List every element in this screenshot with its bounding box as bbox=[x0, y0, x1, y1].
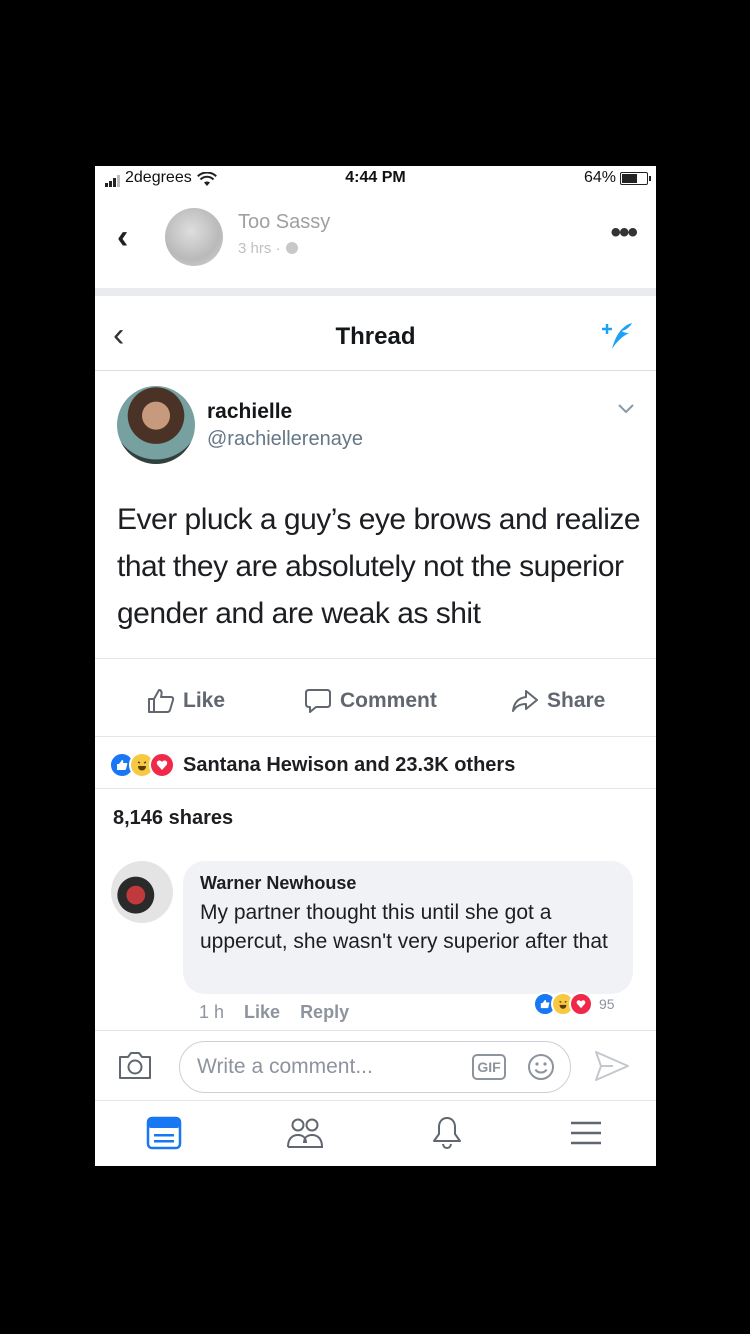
bottom-tab-bar bbox=[95, 1100, 656, 1166]
comment-reaction-count: 95 bbox=[599, 996, 615, 1012]
clock: 4:44 PM bbox=[345, 169, 406, 186]
thumbs-up-icon bbox=[148, 689, 175, 713]
love-reaction-icon bbox=[149, 752, 175, 778]
comment-like-button[interactable]: Like bbox=[244, 1002, 280, 1023]
post-time: 3 hrs · bbox=[238, 240, 285, 257]
section-divider bbox=[95, 288, 656, 296]
tweet-author-name[interactable]: rachielle bbox=[207, 400, 292, 424]
globe-icon bbox=[285, 242, 298, 254]
gif-button[interactable]: GIF bbox=[472, 1054, 506, 1080]
battery-percent: 64% bbox=[583, 169, 616, 186]
battery-icon bbox=[620, 171, 651, 185]
comment-reply-button[interactable]: Reply bbox=[300, 1002, 349, 1023]
divider bbox=[95, 736, 656, 737]
comment-label: Comment bbox=[340, 689, 437, 712]
comment-bubble-icon bbox=[305, 689, 331, 713]
comment-meta: 1 h Like Reply bbox=[199, 1002, 349, 1023]
shares-count[interactable]: 8,146 shares bbox=[113, 807, 233, 830]
emoji-icon[interactable] bbox=[526, 1052, 556, 1082]
comment-author[interactable]: Warner Newhouse bbox=[200, 873, 356, 894]
share-label: Share bbox=[547, 689, 606, 712]
commenter-avatar[interactable] bbox=[111, 861, 173, 923]
comment-placeholder: Write a comment... bbox=[197, 1055, 373, 1078]
love-reaction-icon bbox=[569, 992, 593, 1016]
menu-icon[interactable] bbox=[567, 1115, 605, 1151]
reactions-summary-text: Santana Hewison and 23.3K others bbox=[183, 753, 516, 776]
page-post-header: ‹ Too Sassy 3 hrs · ••• bbox=[95, 196, 656, 284]
divider bbox=[95, 658, 656, 659]
share-button[interactable]: Share bbox=[511, 688, 605, 714]
chevron-down-icon[interactable] bbox=[616, 402, 636, 416]
like-button[interactable]: Like bbox=[147, 688, 225, 714]
battery-status: 64% bbox=[583, 169, 651, 187]
page-avatar[interactable] bbox=[165, 208, 223, 266]
more-dots-icon[interactable]: ••• bbox=[610, 216, 637, 250]
comment-composer: Write a comment... GIF bbox=[95, 1030, 656, 1101]
status-bar: 2degrees 4:44 PM 64% bbox=[95, 166, 656, 190]
thread-title: Thread bbox=[335, 323, 416, 350]
news-feed-icon[interactable] bbox=[145, 1115, 183, 1151]
post-meta: 3 hrs · bbox=[238, 240, 299, 257]
like-label: Like bbox=[183, 689, 226, 712]
divider bbox=[95, 788, 656, 789]
comment-reactions[interactable]: 95 bbox=[533, 992, 615, 1016]
comment-button[interactable]: Comment bbox=[304, 688, 437, 714]
friends-icon[interactable] bbox=[285, 1115, 325, 1151]
back-chevron-icon[interactable]: ‹ bbox=[117, 218, 128, 257]
post-actions: Like Comment Share bbox=[95, 676, 656, 732]
comment-bubble: Warner Newhouse My partner thought this … bbox=[183, 861, 633, 994]
comment-text: My partner thought this until she got a … bbox=[200, 901, 608, 953]
comment-time: 1 h bbox=[199, 1002, 225, 1022]
share-arrow-icon bbox=[512, 690, 538, 712]
compose-tweet-icon[interactable] bbox=[596, 319, 636, 355]
notifications-icon[interactable] bbox=[428, 1115, 466, 1151]
tweet-author-handle[interactable]: @rachiellerenaye bbox=[207, 428, 363, 451]
phone-screen: 2degrees 4:44 PM 64% ‹ Too Sassy 3 hrs ·… bbox=[95, 166, 656, 1166]
comment-input[interactable]: Write a comment... GIF bbox=[179, 1041, 571, 1093]
tweet-author-avatar[interactable] bbox=[117, 386, 195, 464]
tweet-text: Ever pluck a guy’s eye brows and realize… bbox=[117, 503, 641, 630]
send-icon[interactable] bbox=[593, 1049, 631, 1083]
camera-icon[interactable] bbox=[117, 1049, 153, 1081]
page-name[interactable]: Too Sassy bbox=[238, 211, 330, 234]
thread-header: ‹ Thread bbox=[95, 304, 656, 371]
reactions-summary[interactable]: Santana Hewison and 23.3K others bbox=[109, 752, 515, 778]
